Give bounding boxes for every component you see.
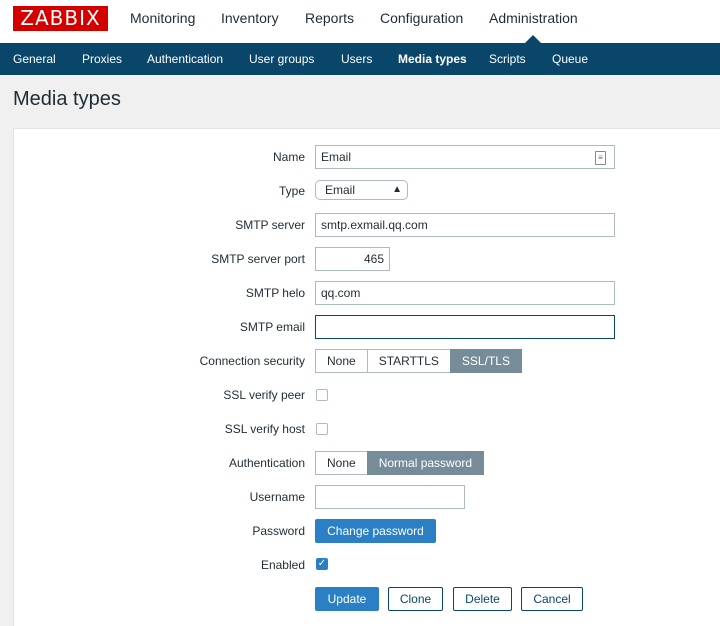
type-label: Type xyxy=(278,184,305,198)
connection-security-toggle: None STARTTLS SSL/TLS xyxy=(315,349,522,373)
menu-configuration[interactable]: Configuration xyxy=(380,10,463,26)
tab-queue[interactable]: Queue xyxy=(552,52,588,66)
select-arrows-icon: ▲︎ xyxy=(392,184,402,195)
page-title: Media types xyxy=(13,88,121,110)
tab-user-groups[interactable]: User groups xyxy=(249,52,314,66)
password-label: Password xyxy=(252,524,305,538)
auth-option-none[interactable]: None xyxy=(315,451,368,475)
security-option-none[interactable]: None xyxy=(315,349,368,373)
smtp-port-label: SMTP server port xyxy=(211,252,305,266)
connection-security-label: Connection security xyxy=(199,354,305,368)
media-type-form xyxy=(13,128,720,626)
zabbix-logo[interactable]: ZABBIX xyxy=(13,6,108,31)
ssl-verify-peer-checkbox[interactable] xyxy=(316,389,328,401)
menu-reports[interactable]: Reports xyxy=(305,10,354,26)
delete-button[interactable]: Delete xyxy=(453,587,512,611)
ssl-verify-host-checkbox[interactable] xyxy=(316,423,328,435)
smtp-helo-field[interactable]: qq.com xyxy=(315,281,615,305)
smtp-email-label: SMTP email xyxy=(239,320,305,334)
name-field[interactable]: Email ≡ xyxy=(315,145,615,169)
update-button[interactable]: Update xyxy=(315,587,379,611)
smtp-server-value: smtp.exmail.qq.com xyxy=(321,218,428,232)
menu-inventory[interactable]: Inventory xyxy=(221,10,279,26)
smtp-server-label: SMTP server xyxy=(235,218,305,232)
tab-users[interactable]: Users xyxy=(341,52,372,66)
menu-administration[interactable]: Administration xyxy=(489,10,578,26)
authentication-toggle: None Normal password xyxy=(315,451,485,475)
enabled-checkbox[interactable]: ✓ xyxy=(316,558,328,570)
name-label: Name xyxy=(272,150,305,164)
active-menu-caret xyxy=(525,35,541,43)
smtp-helo-value: qq.com xyxy=(321,286,361,300)
autofill-contact-icon[interactable]: ≡ xyxy=(595,151,606,165)
smtp-helo-label: SMTP helo xyxy=(245,286,305,300)
name-value: Email xyxy=(321,150,352,164)
change-password-button[interactable]: Change password xyxy=(315,519,436,543)
authentication-label: Authentication xyxy=(228,456,305,470)
enabled-label: Enabled xyxy=(260,558,305,572)
tab-authentication[interactable]: Authentication xyxy=(147,52,223,66)
smtp-port-value: 465 xyxy=(363,252,384,266)
tab-scripts[interactable]: Scripts xyxy=(489,52,526,66)
username-label: Username xyxy=(249,490,305,504)
cancel-button[interactable]: Cancel xyxy=(521,587,583,611)
checkmark-icon: ✓ xyxy=(317,558,327,569)
ssl-verify-host-label: SSL verify host xyxy=(224,422,305,436)
top-navigation: ZABBIX Monitoring Inventory Reports Conf… xyxy=(0,0,720,43)
ssl-verify-peer-label: SSL verify peer xyxy=(223,388,305,402)
tab-proxies[interactable]: Proxies xyxy=(82,52,122,66)
sub-menu: General Proxies Authentication User grou… xyxy=(0,43,720,75)
smtp-email-field[interactable] xyxy=(315,315,615,339)
clone-button[interactable]: Clone xyxy=(388,587,443,611)
tab-general[interactable]: General xyxy=(13,52,56,66)
auth-option-normal-password[interactable]: Normal password xyxy=(366,451,485,475)
security-option-ssl-tls[interactable]: SSL/TLS xyxy=(449,349,522,373)
type-select[interactable]: Email ▲︎ xyxy=(315,180,408,200)
smtp-port-field[interactable]: 465 xyxy=(315,247,390,271)
username-field[interactable] xyxy=(315,485,465,509)
security-option-starttls[interactable]: STARTTLS xyxy=(366,349,451,373)
tab-media-types[interactable]: Media types xyxy=(398,52,467,66)
smtp-server-field[interactable]: smtp.exmail.qq.com xyxy=(315,213,615,237)
menu-monitoring[interactable]: Monitoring xyxy=(130,10,195,26)
type-value: Email xyxy=(325,183,356,197)
